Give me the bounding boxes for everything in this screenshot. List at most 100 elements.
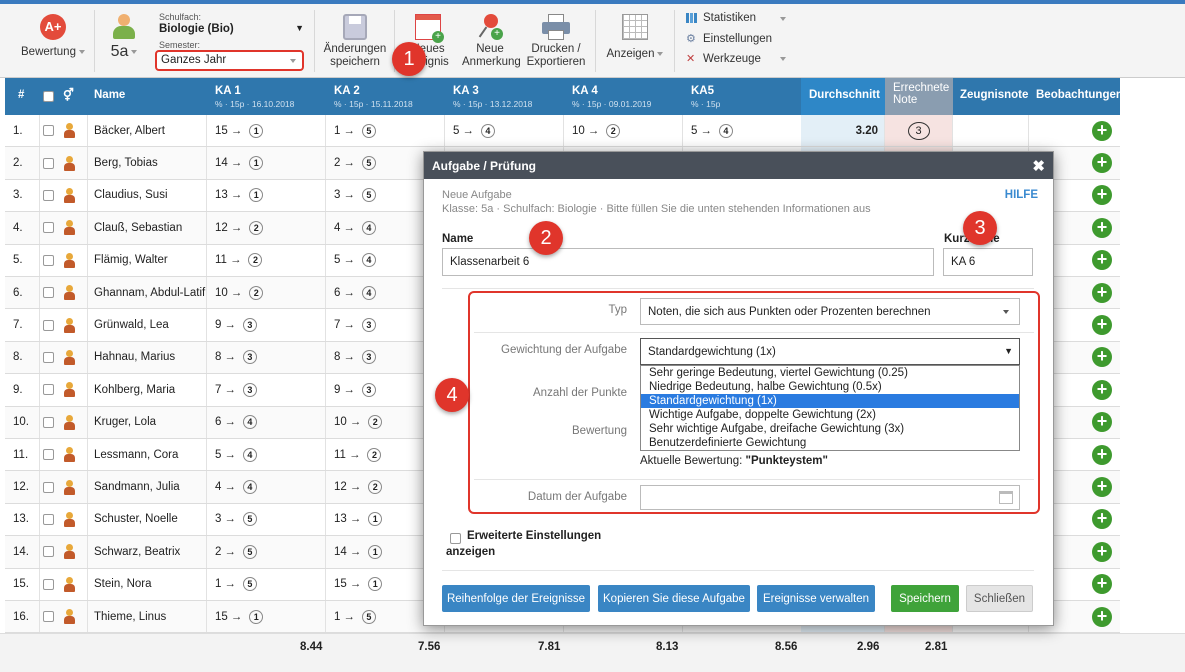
print-export-button[interactable]: Drucken / Exportieren	[525, 14, 587, 69]
row-checkbox[interactable]	[40, 147, 60, 178]
save-button[interactable]: Speichern	[891, 585, 959, 612]
weight-option[interactable]: Sehr wichtige Aufgabe, dreifache Gewicht…	[641, 422, 1019, 436]
grade-cell-ka1[interactable]: 2 → 5	[207, 536, 326, 568]
row-checkbox[interactable]	[40, 407, 60, 438]
name-input[interactable]: Klassenarbeit 6	[442, 248, 934, 276]
add-observation-icon[interactable]: +	[1092, 412, 1112, 433]
student-name[interactable]: Clauß, Sebastian	[88, 212, 207, 244]
grade-cell-ka1[interactable]: 15 → 1	[207, 115, 326, 147]
weight-option[interactable]: Niedrige Bedeutung, halbe Gewichtung (0.…	[641, 380, 1019, 394]
student-name[interactable]: Lessmann, Cora	[88, 439, 207, 471]
student-name[interactable]: Ghannam, Abdul-Latif	[88, 277, 207, 309]
weight-option[interactable]: Benutzerdefinierte Gewichtung	[641, 436, 1019, 450]
student-name[interactable]: Kohlberg, Maria	[88, 374, 207, 406]
copy-task-button[interactable]: Kopieren Sie diese Aufgabe	[598, 585, 750, 612]
student-name[interactable]: Schuster, Noelle	[88, 503, 207, 536]
weight-option[interactable]: Wichtige Aufgabe, doppelte Gewichtung (2…	[641, 408, 1019, 422]
grade-cell-ka1[interactable]: 11 → 2	[207, 244, 326, 276]
row-checkbox[interactable]	[40, 245, 60, 276]
advanced-label-2[interactable]: anzeigen	[446, 546, 495, 558]
manage-events-button[interactable]: Ereignisse verwalten	[757, 585, 875, 612]
add-observation-icon[interactable]: +	[1092, 606, 1112, 627]
grade-cell-ka1[interactable]: 6 → 4	[207, 406, 326, 438]
grade-cell-ka1[interactable]: 12 → 2	[207, 212, 326, 244]
add-observation-icon[interactable]: +	[1092, 185, 1112, 206]
grade-cell-ka1[interactable]: 8 → 3	[207, 341, 326, 374]
grade-cell-ka1[interactable]: 9 → 3	[207, 309, 326, 341]
row-checkbox[interactable]	[40, 601, 60, 632]
settings-menu[interactable]: ⚙ Einstellungen	[686, 32, 786, 45]
row-checkbox[interactable]	[40, 569, 60, 600]
row-checkbox[interactable]	[40, 342, 60, 373]
grade-cell-ka1[interactable]: 4 → 4	[207, 471, 326, 503]
add-observation-icon[interactable]: +	[1092, 509, 1112, 530]
col-name[interactable]: Name	[94, 78, 204, 115]
student-name[interactable]: Sandmann, Julia	[88, 471, 207, 503]
date-input[interactable]	[640, 485, 1020, 510]
order-events-button[interactable]: Reihenfolge der Ereignisse	[442, 585, 590, 612]
weight-option[interactable]: Sehr geringe Bedeutung, viertel Gewichtu…	[641, 366, 1019, 380]
row-checkbox[interactable]	[40, 277, 60, 308]
row-checkbox[interactable]	[40, 212, 60, 243]
weight-select[interactable]: Standardgewichtung (1x) ▼	[640, 338, 1020, 365]
add-observation-icon[interactable]: +	[1092, 153, 1112, 174]
semester-select[interactable]: Ganzes Jahr	[155, 50, 304, 71]
col-ka1[interactable]: KA 1 % · 15p · 16.10.2018	[215, 78, 330, 115]
col-ka3[interactable]: KA 3 % · 15p · 13.12.2018	[453, 78, 568, 115]
student-name[interactable]: Grünwald, Lea	[88, 309, 207, 341]
short-name-input[interactable]: KA 6	[943, 248, 1033, 276]
row-checkbox[interactable]	[40, 309, 60, 340]
grade-cell-ka1[interactable]: 10 → 2	[207, 277, 326, 309]
student-name[interactable]: Bäcker, Albert	[88, 115, 207, 147]
add-observation-icon[interactable]: +	[1092, 347, 1112, 368]
weight-option-selected[interactable]: Standardgewichtung (1x)	[641, 394, 1019, 408]
grade-cell-ka1[interactable]: 7 → 3	[207, 374, 326, 406]
type-select[interactable]: Noten, die sich aus Punkten oder Prozent…	[640, 298, 1020, 325]
col-ka4[interactable]: KA 4 % · 15p · 09.01.2019	[572, 78, 687, 115]
row-checkbox[interactable]	[40, 439, 60, 470]
row-checkbox[interactable]	[40, 536, 60, 567]
rating-button[interactable]: A+ Bewertung	[18, 14, 88, 59]
close-button[interactable]: Schließen	[966, 585, 1033, 612]
advanced-checkbox[interactable]	[450, 533, 461, 544]
col-ka2[interactable]: KA 2 % · 15p · 15.11.2018	[334, 78, 449, 115]
save-changes-button[interactable]: Änderungen speichern	[322, 14, 388, 69]
add-observation-icon[interactable]: +	[1092, 315, 1112, 336]
student-name[interactable]: Flämig, Walter	[88, 244, 207, 276]
grade-cell-ka3[interactable]: 5 → 4	[445, 115, 564, 147]
grade-cell-ka2[interactable]: 1 → 5	[326, 115, 445, 147]
add-observation-icon[interactable]: +	[1092, 282, 1112, 303]
statistics-menu[interactable]: Statistiken	[686, 12, 786, 24]
col-ka5[interactable]: KA5 % · 15p	[691, 78, 801, 115]
class-selector[interactable]: 5a	[100, 14, 148, 60]
student-name[interactable]: Berg, Tobias	[88, 147, 207, 179]
student-name[interactable]: Claudius, Susi	[88, 179, 207, 212]
row-checkbox[interactable]	[40, 115, 60, 146]
report-grade-cell[interactable]	[953, 115, 1029, 147]
help-link[interactable]: HILFE	[1005, 189, 1038, 201]
student-name[interactable]: Stein, Nora	[88, 568, 207, 600]
add-observation-icon[interactable]: +	[1092, 250, 1112, 271]
row-checkbox[interactable]	[40, 180, 60, 211]
grade-cell-ka1[interactable]: 3 → 5	[207, 503, 326, 536]
row-checkbox[interactable]	[40, 504, 60, 535]
add-observation-icon[interactable]: +	[1092, 379, 1112, 400]
row-checkbox[interactable]	[40, 374, 60, 405]
add-observation-icon[interactable]: +	[1092, 541, 1112, 562]
student-name[interactable]: Schwarz, Beatrix	[88, 536, 207, 568]
grade-cell-ka1[interactable]: 5 → 4	[207, 439, 326, 471]
add-observation-icon[interactable]: +	[1092, 477, 1112, 498]
view-button[interactable]: Anzeigen	[603, 14, 667, 61]
grade-cell-ka1[interactable]: 14 → 1	[207, 147, 326, 179]
new-note-button[interactable]: + Neue Anmerkung	[462, 14, 521, 69]
grade-cell-ka5[interactable]: 5 → 4	[683, 115, 802, 147]
grade-cell-ka4[interactable]: 10 → 2	[564, 115, 683, 147]
add-observation-icon[interactable]: +	[1092, 120, 1112, 141]
subject-select[interactable]: Biologie (Bio) ▼	[159, 23, 304, 35]
grade-cell-ka1[interactable]: 1 → 5	[207, 568, 326, 600]
row-checkbox[interactable]	[40, 471, 60, 502]
advanced-label-1[interactable]: Erweiterte Einstellungen	[467, 530, 601, 542]
grade-cell-ka1[interactable]: 13 → 1	[207, 179, 326, 212]
add-observation-icon[interactable]: +	[1092, 444, 1112, 465]
student-name[interactable]: Thieme, Linus	[88, 601, 207, 633]
